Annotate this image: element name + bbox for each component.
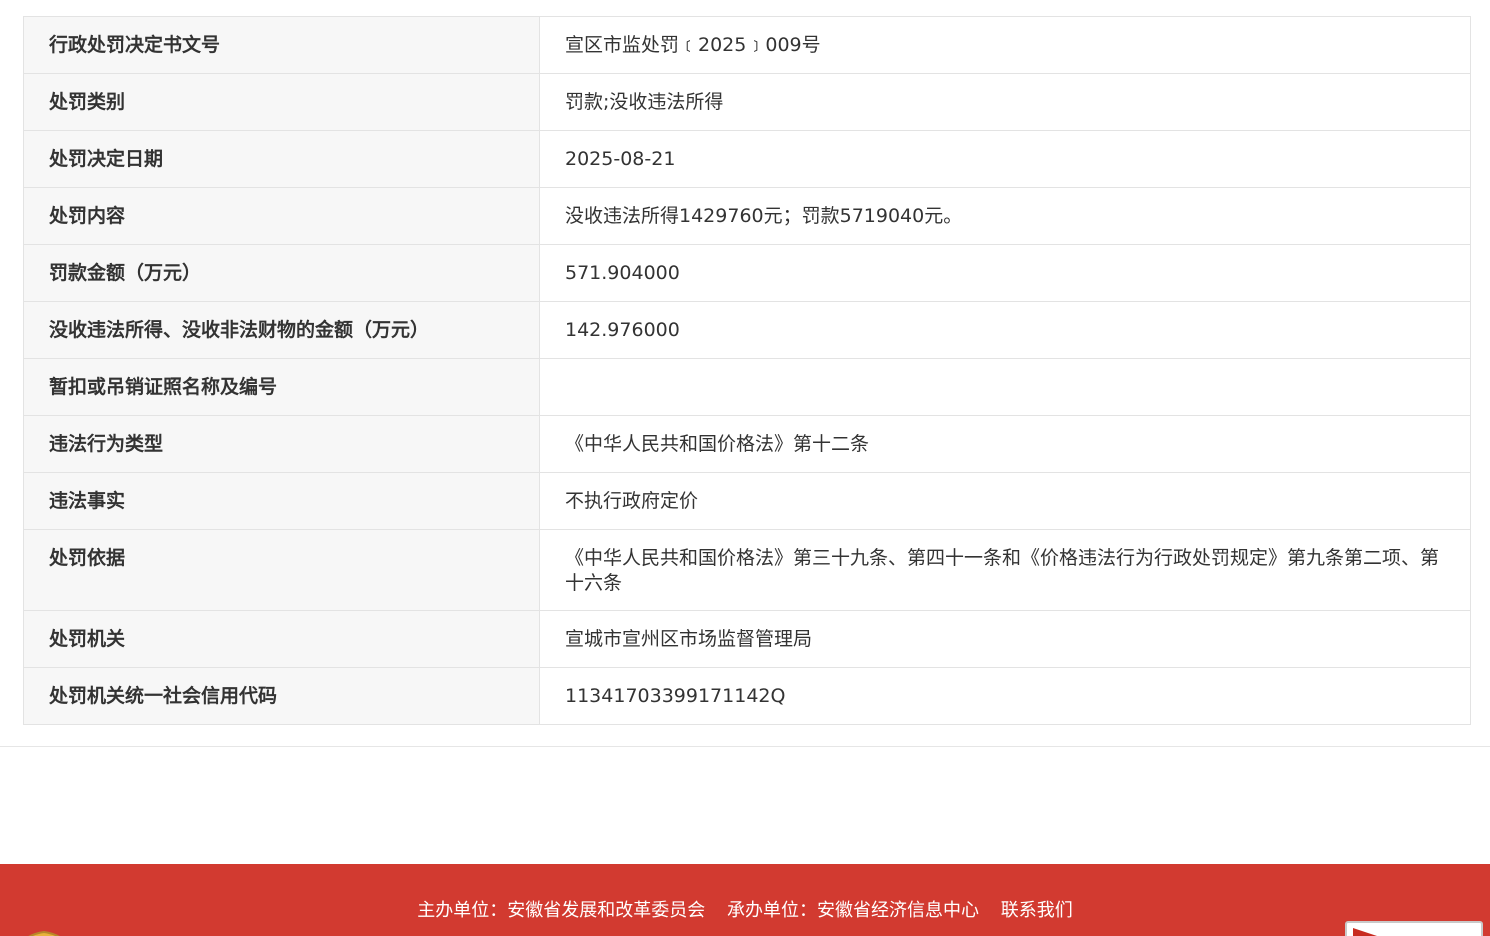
row-value: 2025-08-21 — [539, 130, 1471, 188]
row-label: 违法行为类型 — [23, 415, 540, 473]
row-label: 处罚机关统一社会信用代码 — [23, 667, 540, 725]
table-row: 处罚机关统一社会信用代码 11341703399171142Q — [23, 667, 1471, 725]
row-label: 罚款金额（万元） — [23, 244, 540, 302]
row-label: 暂扣或吊销证照名称及编号 — [23, 358, 540, 416]
table-row: 处罚决定日期 2025-08-21 — [23, 130, 1471, 188]
row-value: 11341703399171142Q — [539, 667, 1471, 725]
row-value — [539, 358, 1471, 416]
site-footer: 主办单位：安徽省发展和改革委员会 承办单位：安徽省经济信息中心 联系我们 — [0, 864, 1490, 936]
row-label: 违法事实 — [23, 472, 540, 530]
table-row: 行政处罚决定书文号 宣区市监处罚﹝2025﹞009号 — [23, 16, 1471, 74]
row-value: 宣城市宣州区市场监督管理局 — [539, 610, 1471, 668]
row-value: 142.976000 — [539, 301, 1471, 359]
row-value: 《中华人民共和国价格法》第十二条 — [539, 415, 1471, 473]
footer-sponsor: 主办单位：安徽省发展和改革委员会 — [417, 900, 706, 921]
row-value: 571.904000 — [539, 244, 1471, 302]
row-label: 行政处罚决定书文号 — [23, 16, 540, 74]
row-value: 《中华人民共和国价格法》第三十九条、第四十一条和《价格违法行为行政处罚规定》第九… — [539, 529, 1471, 611]
row-label: 处罚依据 — [23, 529, 540, 611]
table-row: 处罚依据 《中华人民共和国价格法》第三十九条、第四十一条和《价格违法行为行政处罚… — [23, 529, 1471, 611]
penalty-detail-table: 行政处罚决定书文号 宣区市监处罚﹝2025﹞009号 处罚类别 罚款;没收违法所… — [23, 16, 1471, 725]
flag-icon — [1353, 928, 1383, 936]
government-site-badge[interactable] — [1345, 921, 1483, 936]
table-row: 违法行为类型 《中华人民共和国价格法》第十二条 — [23, 415, 1471, 473]
row-label: 处罚机关 — [23, 610, 540, 668]
row-label: 处罚决定日期 — [23, 130, 540, 188]
table-row: 处罚内容 没收违法所得1429760元；罚款5719040元。 — [23, 187, 1471, 245]
row-label: 没收违法所得、没收非法财物的金额（万元） — [23, 301, 540, 359]
row-value: 没收违法所得1429760元；罚款5719040元。 — [539, 187, 1471, 245]
table-row: 违法事实 不执行政府定价 — [23, 472, 1471, 530]
row-value: 宣区市监处罚﹝2025﹞009号 — [539, 16, 1471, 74]
row-value: 罚款;没收违法所得 — [539, 73, 1471, 131]
government-emblem-icon — [28, 930, 60, 936]
table-row: 没收违法所得、没收非法财物的金额（万元） 142.976000 — [23, 301, 1471, 359]
footer-sponsor-line: 主办单位：安徽省发展和改革委员会 承办单位：安徽省经济信息中心 联系我们 — [0, 900, 1490, 922]
table-row: 暂扣或吊销证照名称及编号 — [23, 358, 1471, 416]
row-value: 不执行政府定价 — [539, 472, 1471, 530]
table-row: 处罚机关 宣城市宣州区市场监督管理局 — [23, 610, 1471, 668]
content-divider — [0, 746, 1490, 747]
footer-organizer: 承办单位：安徽省经济信息中心 — [727, 900, 979, 921]
footer-contact-link[interactable]: 联系我们 — [1001, 900, 1073, 921]
row-label: 处罚类别 — [23, 73, 540, 131]
row-label: 处罚内容 — [23, 187, 540, 245]
table-row: 处罚类别 罚款;没收违法所得 — [23, 73, 1471, 131]
table-row: 罚款金额（万元） 571.904000 — [23, 244, 1471, 302]
